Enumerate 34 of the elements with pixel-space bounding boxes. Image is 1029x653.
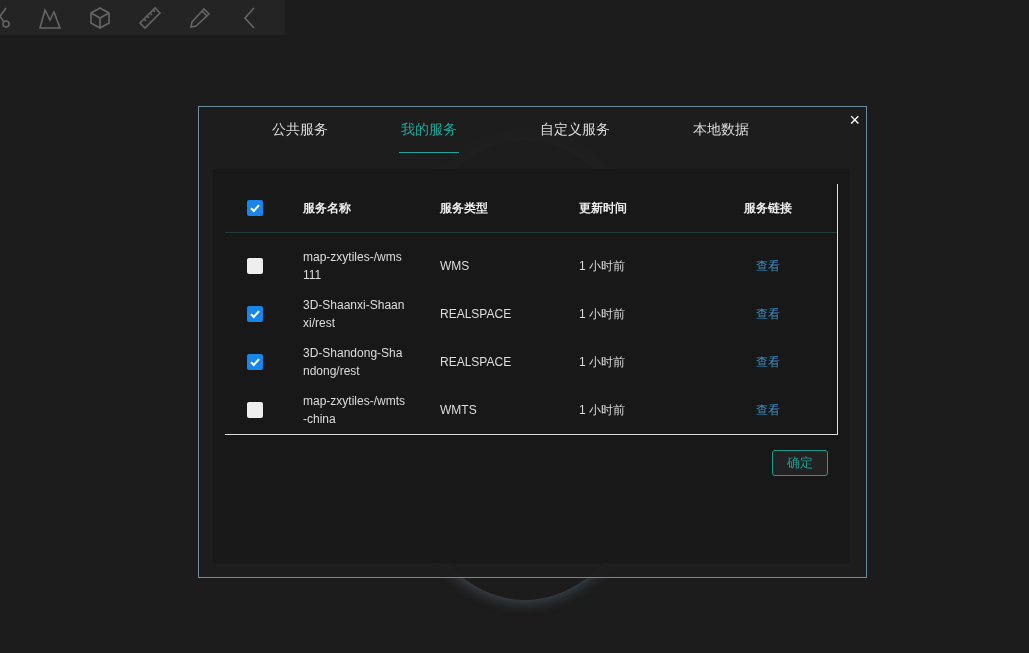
column-header: 更新时间: [579, 199, 627, 217]
row-checkbox[interactable]: [247, 306, 263, 322]
view-link[interactable]: 查看: [756, 257, 780, 275]
column-header: 服务类型: [440, 199, 488, 217]
service-type: REALSPACE: [440, 354, 512, 371]
update-time: 1 小时前: [579, 258, 625, 275]
row-checkbox[interactable]: [247, 402, 263, 418]
service-type: WMS: [440, 258, 470, 275]
service-name: map-zxytiles-/wmts-china: [303, 393, 406, 428]
row-checkbox[interactable]: [247, 258, 263, 274]
tab[interactable]: 我的服务: [399, 107, 459, 153]
view-link[interactable]: 查看: [756, 401, 780, 419]
select-all-checkbox[interactable]: [247, 200, 263, 216]
update-time: 1 小时前: [579, 354, 625, 371]
ruler-icon[interactable]: [138, 5, 162, 30]
view-link[interactable]: 查看: [756, 305, 780, 323]
pencil-icon[interactable]: [188, 5, 212, 30]
service-name: 3D-Shandong-Shandong/rest: [303, 345, 404, 380]
tab[interactable]: 公共服务: [270, 107, 330, 153]
confirm-button[interactable]: 确定: [772, 450, 828, 476]
service-name: map-zxytiles-/wms111: [303, 249, 403, 284]
close-button[interactable]: ×: [847, 111, 862, 129]
column-header: 服务名称: [303, 199, 351, 217]
service-type: REALSPACE: [440, 306, 512, 323]
service-type: WMTS: [440, 402, 477, 419]
cube-icon[interactable]: [88, 5, 112, 30]
view-link[interactable]: 查看: [756, 353, 780, 371]
column-header: 服务链接: [744, 199, 792, 217]
update-time: 1 小时前: [579, 402, 625, 419]
row-checkbox[interactable]: [247, 354, 263, 370]
service-name: 3D-Shaanxi-Shaanxi/rest: [303, 297, 406, 332]
update-time: 1 小时前: [579, 306, 625, 323]
tab[interactable]: 自定义服务: [538, 107, 612, 153]
tab[interactable]: 本地数据: [691, 107, 751, 153]
